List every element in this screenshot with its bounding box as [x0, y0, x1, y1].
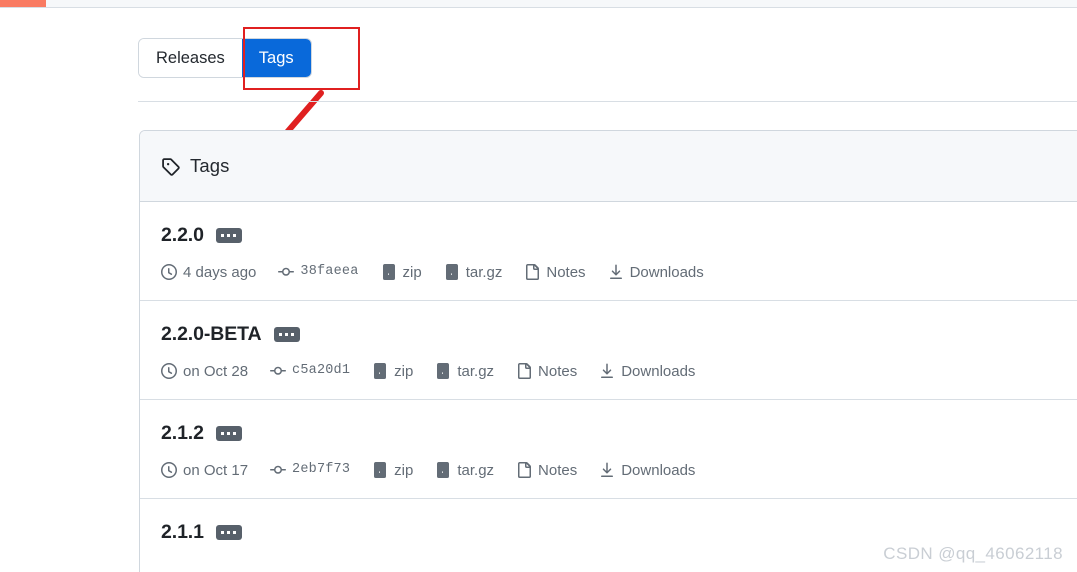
tag-meta-row: on Oct 17 2eb7f73 zip tar.gz Notes Downl… [161, 462, 1077, 478]
tag-notes-label: Notes [546, 263, 586, 281]
tag-targz-label: tar.gz [465, 263, 503, 281]
file-zip-icon [374, 363, 387, 379]
tag-commit[interactable]: 38faeea [278, 264, 358, 280]
tag-notes-label: Notes [538, 362, 578, 380]
clock-icon [161, 264, 177, 280]
progress-fill [0, 0, 46, 7]
tag-timestamp-label: on Oct 17 [183, 461, 249, 479]
tag-zip-label: zip [394, 461, 414, 479]
tag-notes[interactable]: Notes [516, 363, 577, 379]
clock-icon [161, 462, 177, 478]
tag-targz-label: tar.gz [457, 362, 495, 380]
tag-title-line: 2.2.0-BETA [161, 323, 1077, 346]
tag-row: 2.1.2 on Oct 17 2eb7f73 zip tar.gz Notes… [140, 400, 1077, 499]
tag-timestamp-label: on Oct 28 [183, 362, 249, 380]
tag-targz-label: tar.gz [457, 461, 495, 479]
kebab-ellipsis-icon[interactable] [215, 228, 242, 243]
file-document-icon [526, 264, 540, 280]
tag-title-line: 2.1.2 [161, 422, 1077, 445]
commit-node-icon [270, 366, 287, 375]
page-root: Releases Tags Tags 2.2.0 4 days ago 38fa… [0, 0, 1077, 572]
tag-downloads[interactable]: Downloads [599, 462, 695, 478]
csdn-watermark: CSDN @qq_46062118 [883, 544, 1063, 563]
tag-downloads-label: Downloads [629, 263, 704, 281]
kebab-ellipsis-icon[interactable] [273, 327, 300, 342]
tag-downloads[interactable]: Downloads [608, 264, 704, 280]
tag-timestamp: on Oct 17 [161, 462, 248, 478]
file-document-icon [518, 462, 532, 478]
tag-targz-download[interactable]: tar.gz [435, 363, 494, 379]
tag-notes[interactable]: Notes [516, 462, 577, 478]
file-zip-icon [374, 462, 387, 478]
tag-row: 2.2.0 4 days ago 38faeea zip tar.gz Note… [140, 202, 1077, 301]
commit-node-icon [270, 465, 287, 474]
kebab-ellipsis-icon[interactable] [215, 426, 242, 441]
tag-downloads-label: Downloads [621, 461, 696, 479]
file-zip-icon [437, 462, 450, 478]
file-document-icon [518, 363, 532, 379]
tabs-divider [138, 101, 1077, 102]
tag-commit-sha: 2eb7f73 [292, 462, 351, 478]
tag-targz-download[interactable]: tar.gz [435, 462, 494, 478]
commit-node-icon [278, 267, 295, 276]
tag-meta-row: 4 days ago 38faeea zip tar.gz Notes Down… [161, 264, 1077, 280]
tag-timestamp-label: 4 days ago [183, 263, 257, 281]
tag-commit-sha: c5a20d1 [292, 363, 351, 379]
tag-name-link[interactable]: 2.2.0 [161, 224, 204, 247]
tag-title-line: 2.1.1 [161, 521, 1077, 544]
tag-zip-label: zip [402, 263, 422, 281]
tags-card-header: Tags [140, 131, 1077, 202]
tags-card-title: Tags [190, 155, 230, 176]
tag-name-link[interactable]: 2.2.0-BETA [161, 323, 262, 346]
tab-releases[interactable]: Releases [139, 39, 242, 77]
tag-meta-row: on Oct 28 c5a20d1 zip tar.gz Notes Downl… [161, 363, 1077, 379]
tag-zip-label: zip [394, 362, 414, 380]
tag-commit-sha: 38faeea [300, 264, 359, 280]
tag-icon [162, 157, 180, 176]
tag-targz-download[interactable]: tar.gz [444, 263, 503, 281]
tag-downloads[interactable]: Downloads [599, 363, 695, 379]
tag-notes[interactable]: Notes [524, 263, 586, 281]
tag-zip-download[interactable]: zip [372, 462, 413, 478]
tag-commit[interactable]: c5a20d1 [270, 363, 350, 379]
file-zip-icon [445, 264, 458, 280]
tag-notes-label: Notes [538, 461, 578, 479]
tag-commit[interactable]: 2eb7f73 [270, 462, 350, 478]
tag-name-link[interactable]: 2.1.2 [161, 422, 204, 445]
file-zip-icon [382, 264, 395, 280]
tab-tags[interactable]: Tags [241, 39, 311, 77]
download-icon [601, 462, 614, 477]
tag-downloads-label: Downloads [621, 362, 696, 380]
tag-name-link[interactable]: 2.1.1 [161, 521, 204, 544]
clock-icon [161, 363, 177, 379]
tag-zip-download[interactable]: zip [381, 264, 422, 280]
download-icon [609, 264, 622, 279]
tag-row: 2.2.0-BETA on Oct 28 c5a20d1 zip tar.gz … [140, 301, 1077, 400]
tags-card: Tags 2.2.0 4 days ago 38faeea zip tar.gz… [139, 130, 1077, 572]
kebab-ellipsis-icon[interactable] [215, 525, 242, 540]
releases-tags-switcher[interactable]: Releases Tags [138, 38, 312, 78]
tag-zip-download[interactable]: zip [372, 363, 413, 379]
file-zip-icon [437, 363, 450, 379]
page-load-progress-bar [0, 0, 1077, 8]
download-icon [601, 363, 614, 378]
tag-timestamp: on Oct 28 [161, 363, 248, 379]
tag-timestamp: 4 days ago [161, 264, 256, 280]
tag-title-line: 2.2.0 [161, 224, 1077, 247]
